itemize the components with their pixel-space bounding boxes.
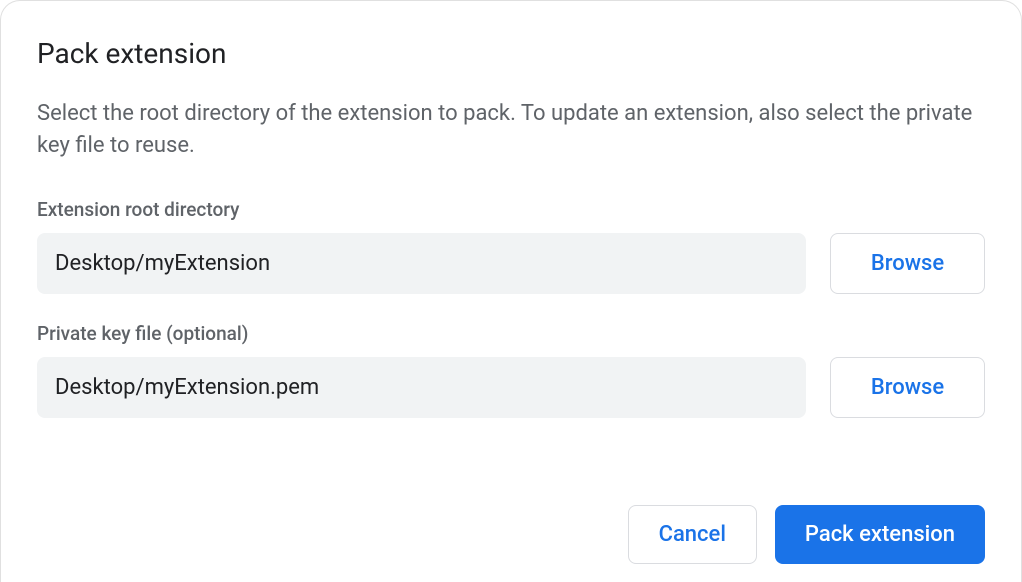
private-key-row: Browse (37, 357, 985, 418)
root-directory-row: Browse (37, 233, 985, 294)
dialog-footer: Cancel Pack extension (37, 505, 985, 582)
browse-root-button[interactable]: Browse (830, 233, 985, 294)
root-directory-input[interactable] (37, 233, 806, 294)
cancel-button[interactable]: Cancel (628, 505, 757, 564)
browse-key-button[interactable]: Browse (830, 357, 985, 418)
private-key-label: Private key file (optional) (37, 322, 985, 345)
dialog-title: Pack extension (37, 37, 985, 70)
pack-extension-button[interactable]: Pack extension (775, 505, 985, 564)
root-directory-label: Extension root directory (37, 198, 985, 221)
dialog-description: Select the root directory of the extensi… (37, 98, 985, 162)
private-key-input[interactable] (37, 357, 806, 418)
pack-extension-dialog: Pack extension Select the root directory… (0, 0, 1022, 582)
